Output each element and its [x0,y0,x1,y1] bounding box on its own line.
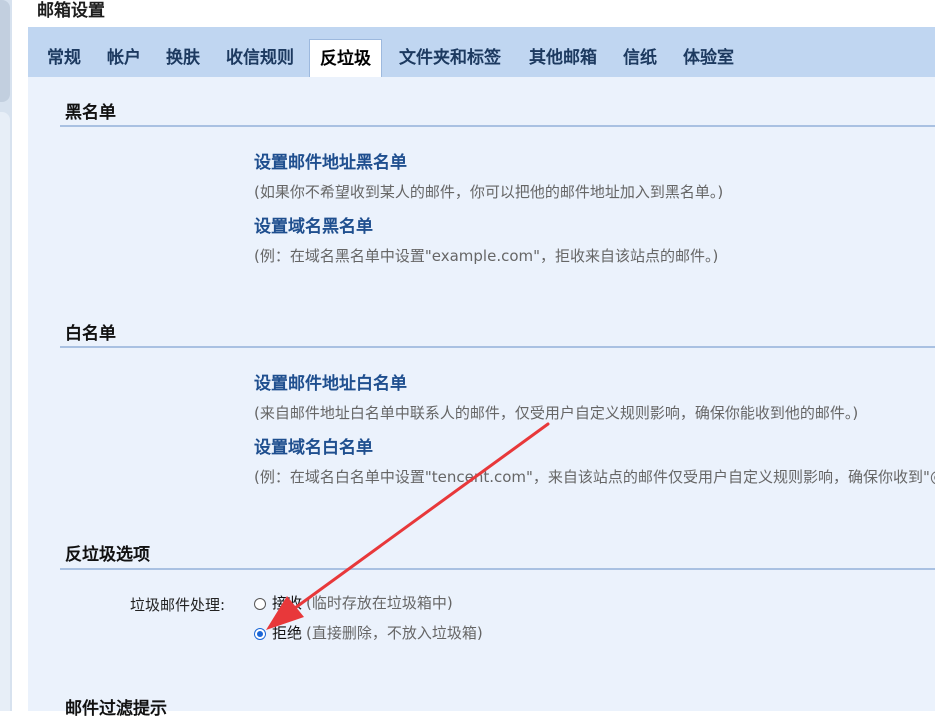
page-title: 邮箱设置 [37,1,105,21]
sidebar-edge-top [0,0,10,102]
tab-general[interactable]: 常规 [37,39,91,77]
tab-stationery[interactable]: 信纸 [613,39,667,77]
blacklist-address-hint: (如果你不希望收到某人的邮件，你可以把他的邮件地址加入到黑名单。) [254,183,724,201]
antispam-settings-panel: 黑名单 设置邮件地址黑名单 (如果你不希望收到某人的邮件，你可以把他的邮件地址加… [28,77,935,719]
filter-hint-section-title: 邮件过滤提示 [65,699,167,719]
accept-label: 接收 [272,594,303,612]
settings-header: 邮箱设置 [28,0,935,27]
tab-folders-labels[interactable]: 文件夹和标签 [389,39,511,77]
tab-antispam[interactable]: 反垃圾 [309,39,382,77]
whitelist-domain-link[interactable]: 设置域名白名单 [254,433,373,458]
whitelist-address-link[interactable]: 设置邮件地址白名单 [254,369,407,394]
whitelist-domain-hint: (例：在域名白名单中设置"tencent.com"，来自该站点的邮件仅受用户自定… [254,468,935,486]
accept-note: (临时存放在垃圾箱中) [306,594,453,612]
blacklist-section-title: 黑名单 [65,103,116,123]
blacklist-address-link[interactable]: 设置邮件地址黑名单 [254,148,407,173]
left-sidebar-edge [0,0,12,711]
settings-tab-bar: 常规 帐户 换肤 收信规则 反垃圾 文件夹和标签 其他邮箱 信纸 体验室 [28,27,935,77]
whitelist-divider [60,346,935,348]
spam-handling-label: 垃圾邮件处理: [130,596,226,614]
antispam-divider [60,568,935,570]
reject-note: (直接删除，不放入垃圾箱) [306,624,483,642]
spam-option-accept[interactable]: 接收 (临时存放在垃圾箱中) [254,592,453,613]
reject-label: 拒绝 [272,624,303,642]
sidebar-edge-bottom [0,112,10,711]
tab-lab[interactable]: 体验室 [673,39,744,77]
accept-radio[interactable] [254,598,266,610]
blacklist-domain-link[interactable]: 设置域名黑名单 [254,212,373,237]
antispam-options-title: 反垃圾选项 [65,545,150,565]
blacklist-domain-hint: (例：在域名黑名单中设置"example.com"，拒收来自该站点的邮件。) [254,247,719,265]
blacklist-divider [60,125,935,127]
spam-option-reject[interactable]: 拒绝 (直接删除，不放入垃圾箱) [254,622,483,643]
tab-account[interactable]: 帐户 [97,39,151,77]
tab-other-mailboxes[interactable]: 其他邮箱 [519,39,607,77]
tab-receive-rules[interactable]: 收信规则 [216,39,304,77]
tab-skin[interactable]: 换肤 [156,39,210,77]
reject-radio[interactable] [254,628,266,640]
whitelist-section-title: 白名单 [65,324,116,344]
whitelist-address-hint: (来自邮件地址白名单中联系人的邮件，仅受用户自定义规则影响，确保你能收到他的邮件… [254,404,859,422]
